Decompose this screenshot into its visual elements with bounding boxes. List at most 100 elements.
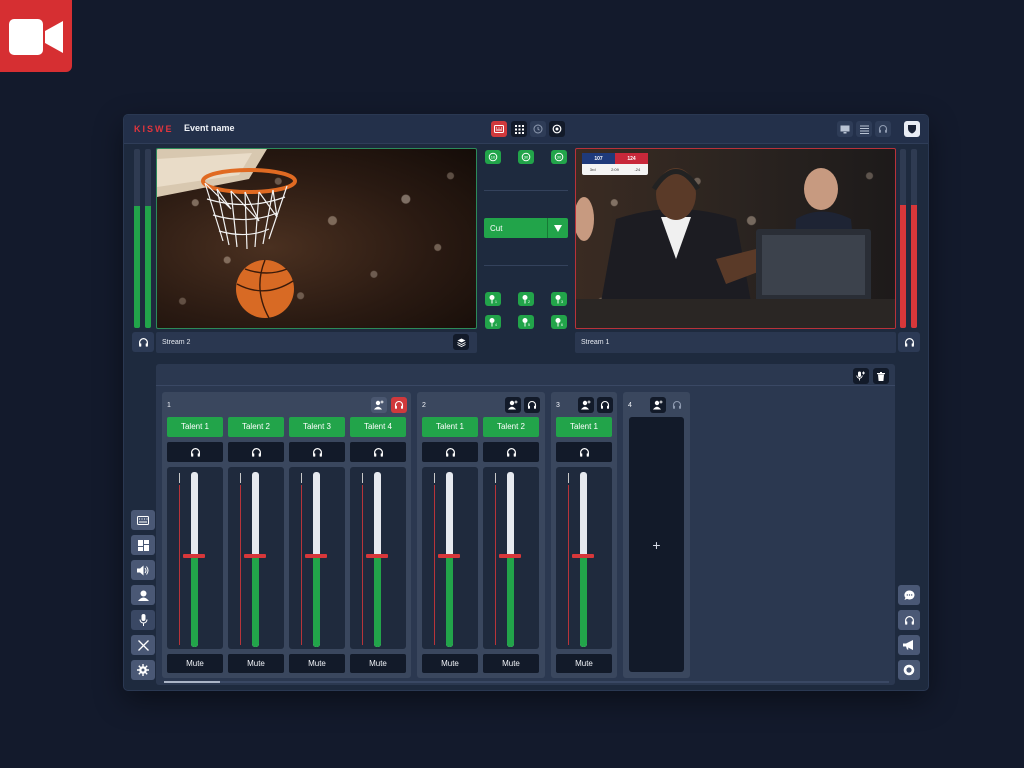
list-button[interactable] (856, 121, 872, 137)
layers-button[interactable] (453, 334, 469, 350)
monitor-left-headset-button[interactable] (132, 332, 154, 352)
fader-knob[interactable] (183, 554, 205, 558)
mute-button[interactable]: Mute (556, 654, 612, 673)
channel-headset-button[interactable] (422, 442, 478, 462)
event-title: Event name (184, 123, 235, 133)
talent-label[interactable]: Talent 2 (483, 417, 539, 437)
fader-knob[interactable] (305, 554, 327, 558)
grid-view-button[interactable] (511, 121, 527, 137)
add-talent-slot[interactable]: + (629, 417, 684, 672)
mute-button[interactable]: Mute (228, 654, 284, 673)
monitor-right-headset-button[interactable] (898, 332, 920, 352)
group-number: 3 (556, 402, 560, 409)
monitor-button[interactable] (837, 121, 853, 137)
fader-knob[interactable] (366, 554, 388, 558)
mute-button[interactable]: Mute (289, 654, 345, 673)
delete-button[interactable] (873, 368, 889, 384)
replay-button[interactable] (530, 121, 546, 137)
talent-cue-4-button[interactable]: 4 (485, 315, 501, 329)
group-headset-button[interactable] (524, 397, 540, 413)
talent-cue-2-button[interactable]: 2 (518, 292, 534, 306)
talent-label[interactable]: Talent 4 (350, 417, 406, 437)
preview-video-stream-1[interactable]: 107 124 3rd 2:09 -24 (575, 148, 896, 329)
fader-knob[interactable] (244, 554, 266, 558)
mute-button[interactable]: Mute (350, 654, 406, 673)
group-add-talent-button[interactable] (578, 397, 594, 413)
sidebar-announce-button[interactable] (898, 635, 920, 655)
replay-seconds: 30 (557, 155, 562, 160)
volume-fader[interactable] (556, 467, 612, 649)
channel-headset-button[interactable] (556, 442, 612, 462)
cut-label: Cut (490, 224, 503, 233)
group-headset-button[interactable] (597, 397, 613, 413)
mute-button[interactable]: Mute (167, 654, 223, 673)
scrollbar-thumb[interactable] (164, 681, 220, 683)
speaker-icon (137, 565, 149, 575)
shield-button[interactable] (904, 121, 920, 137)
channel-headset-button[interactable] (228, 442, 284, 462)
sidebar-settings-button[interactable] (131, 660, 155, 680)
headset-button[interactable] (875, 121, 891, 137)
group-headset-button[interactable] (391, 397, 407, 413)
talent-cue-1-button[interactable]: 1 (485, 292, 501, 306)
volume-fader[interactable] (289, 467, 345, 649)
keyboard-icon (494, 125, 504, 133)
talent-cue-5-button[interactable]: 5 (518, 315, 534, 329)
channel-headset-button[interactable] (350, 442, 406, 462)
sidebar-record-button[interactable] (898, 660, 920, 680)
sidebar-layout-button[interactable] (131, 535, 155, 555)
add-mic-button[interactable] (853, 368, 869, 384)
basketball-hoop-image (157, 149, 297, 319)
talent-label[interactable]: Talent 1 (167, 417, 223, 437)
talent-label[interactable]: Talent 3 (289, 417, 345, 437)
talent-label[interactable]: Talent 2 (228, 417, 284, 437)
pin-icon: 4 (489, 318, 497, 327)
keyboard-button[interactable] (491, 121, 507, 137)
sidebar-keyboard-button[interactable] (131, 510, 155, 530)
channel-headset-button[interactable] (167, 442, 223, 462)
sidebar-audio-button[interactable] (131, 560, 155, 580)
stream-label-left: Stream 2 (156, 332, 477, 353)
volume-fader[interactable] (422, 467, 478, 649)
sidebar-microphone-button[interactable] (131, 610, 155, 630)
sidebar-user-button[interactable] (131, 585, 155, 605)
rewind-30-icon: 30 (521, 152, 531, 162)
mixer-horizontal-scrollbar[interactable] (164, 681, 889, 683)
channel-headset-button[interactable] (289, 442, 345, 462)
group-add-talent-button[interactable] (505, 397, 521, 413)
volume-fader[interactable] (228, 467, 284, 649)
fader-knob[interactable] (438, 554, 460, 558)
sidebar-chat-button[interactable] (898, 585, 920, 605)
volume-fader[interactable] (350, 467, 406, 649)
volume-fader[interactable] (483, 467, 539, 649)
add-microphone-icon (856, 371, 865, 381)
rewind-10-icon: 10 (488, 152, 498, 162)
fader-knob[interactable] (499, 554, 521, 558)
score-diff: -24 (634, 167, 641, 172)
group-add-talent-button[interactable] (650, 397, 666, 413)
talent-label[interactable]: Talent 1 (556, 417, 612, 437)
group-add-talent-button[interactable] (371, 397, 387, 413)
cut-dropdown-button[interactable] (547, 218, 568, 238)
cut-button[interactable]: Cut (484, 218, 568, 238)
group-headset-button[interactable] (669, 397, 685, 413)
monitor-icon (840, 125, 850, 133)
talent-cue-6-button[interactable]: 6 (551, 315, 567, 329)
sidebar-x-button[interactable] (131, 635, 155, 655)
talent-cue-3-button[interactable]: 3 (551, 292, 567, 306)
replay-10-button[interactable]: 10 (485, 150, 501, 164)
sidebar-headset-button[interactable] (898, 610, 920, 630)
replay-30-button[interactable]: 30 (518, 150, 534, 164)
mute-button[interactable]: Mute (483, 654, 539, 673)
search-button[interactable] (549, 121, 565, 137)
talent-cue-number: 3 (561, 300, 563, 304)
mute-button[interactable]: Mute (422, 654, 478, 673)
talent-cue-number: 1 (495, 300, 497, 304)
talent-label[interactable]: Talent 1 (422, 417, 478, 437)
volume-fader[interactable] (167, 467, 223, 649)
chat-icon (903, 589, 914, 600)
preview-video-stream-2[interactable] (156, 148, 477, 329)
channel-headset-button[interactable] (483, 442, 539, 462)
forward-30-button[interactable]: 30 (551, 150, 567, 164)
fader-knob[interactable] (572, 554, 594, 558)
